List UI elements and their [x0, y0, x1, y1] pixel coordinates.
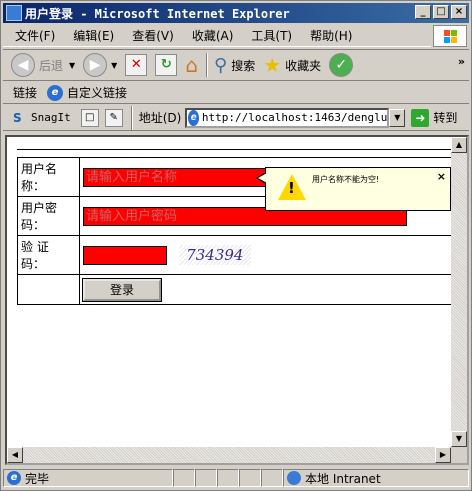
minimize-button[interactable]: _: [415, 5, 431, 19]
ie-link-icon: e: [47, 84, 64, 101]
status-text: 完毕: [25, 471, 50, 486]
search-icon: ⚲: [214, 54, 228, 76]
username-input[interactable]: 请输入用户名称: [83, 167, 271, 187]
page-icon: e: [188, 109, 199, 126]
back-arrow-icon: ◀: [11, 53, 35, 77]
go-button[interactable]: 转到: [433, 109, 457, 126]
scroll-left-button[interactable]: ◀: [7, 447, 23, 463]
back-label: 后退: [39, 58, 64, 73]
refresh-button[interactable]: ↻: [155, 54, 178, 76]
login-button[interactable]: 登录: [82, 277, 162, 302]
zone-cell: 本地 Intranet: [283, 469, 469, 487]
address-url: http://localhost:1463/denglu: [201, 111, 388, 124]
scroll-right-button[interactable]: ▶: [435, 447, 451, 463]
window-title: 用户登录 - Microsoft Internet Explorer: [25, 6, 290, 21]
vertical-scrollbar[interactable]: ▲ ▼: [451, 137, 467, 447]
zone-text: 本地 Intranet: [305, 471, 381, 486]
submit-cell: 登录: [79, 274, 453, 305]
status-panel: [217, 469, 239, 487]
menu-view[interactable]: 查看(V): [132, 27, 174, 44]
search-label: 搜索: [231, 58, 256, 73]
title-bar[interactable]: 用户登录 - Microsoft Internet Explorer _ □ ×: [3, 3, 469, 23]
address-separator: [130, 105, 133, 130]
horizontal-scrollbar[interactable]: ◀ ▶: [7, 447, 451, 463]
table-row: 验 证 码： 734394: [17, 235, 453, 275]
captcha-label: 验 证 码：: [17, 235, 80, 275]
menu-file[interactable]: 文件(F): [15, 27, 55, 44]
star-icon: ★: [263, 53, 282, 77]
captcha-cell: 734394: [79, 235, 453, 275]
forward-button[interactable]: ▶ ▼: [83, 53, 117, 77]
intranet-zone-icon: [287, 471, 301, 485]
snagit-window-icon[interactable]: □: [80, 108, 99, 127]
scroll-up-button[interactable]: ▲: [451, 137, 467, 153]
snagit-settings-icon[interactable]: ✎: [104, 108, 123, 127]
captcha-image[interactable]: 734394: [178, 245, 251, 265]
username-label: 用户名称：: [17, 157, 80, 197]
status-bar: e 完毕 本地 Intranet: [3, 468, 469, 488]
links-label[interactable]: 链接: [13, 84, 37, 101]
media-button[interactable]: ✓: [329, 53, 354, 77]
address-field[interactable]: e http://localhost:1463/denglu: [185, 107, 390, 128]
address-bar: S SnagIt □ ✎ 地址(D) e http://localhost:14…: [3, 105, 469, 131]
menu-bar: 文件(F) 编辑(E) 查看(V) 收藏(A) 工具(T) 帮助(H): [3, 25, 431, 47]
status-panel: [239, 469, 261, 487]
tooltip-message: 用户名称不能为空!: [312, 175, 380, 184]
status-panel: [261, 469, 283, 487]
stop-button[interactable]: ✕: [125, 54, 148, 76]
close-button[interactable]: ×: [451, 5, 467, 19]
status-panel: [195, 469, 217, 487]
media-icon: ✓: [329, 53, 354, 77]
favorites-button[interactable]: ★ 收藏夹: [263, 53, 321, 77]
address-dropdown-button[interactable]: ▼: [389, 108, 406, 127]
forward-arrow-icon: ▶: [83, 53, 108, 77]
validation-tooltip: ! 用户名称不能为空! ×: [256, 167, 451, 211]
captcha-input[interactable]: [83, 245, 167, 265]
page-content: 用户名称： 请输入用户名称 用户密码： 请输入用户密码 验 证 码： 73439…: [5, 135, 469, 465]
warning-exclamation-icon: !: [288, 179, 295, 197]
snagit-button[interactable]: SnagIt: [31, 111, 71, 124]
maximize-button[interactable]: □: [433, 5, 449, 19]
snagit-icon: S: [13, 110, 22, 125]
refresh-icon: ↻: [155, 54, 178, 76]
table-row: 登录: [17, 274, 453, 305]
scroll-down-button[interactable]: ▼: [451, 431, 467, 447]
status-panel: [173, 469, 195, 487]
forward-dropdown-icon: ▼: [111, 60, 118, 70]
address-label: 地址(D): [138, 111, 182, 125]
back-dropdown-icon: ▼: [69, 60, 76, 70]
menu-help[interactable]: 帮助(H): [310, 27, 352, 44]
favorites-label: 收藏夹: [285, 58, 322, 73]
toolbar-more-chevron[interactable]: »: [458, 55, 465, 68]
menu-edit[interactable]: 编辑(E): [73, 27, 114, 44]
standard-toolbar: ◀ 后退 ▼ ▶ ▼ ✕ ↻ ⌂ ⚲ 搜索 ★ 收藏夹 ✓: [3, 49, 469, 81]
menu-favorites[interactable]: 收藏(A): [192, 27, 234, 44]
tooltip-tail-fill: [258, 173, 267, 183]
go-arrow-icon[interactable]: ➜: [411, 108, 430, 127]
home-icon: ⌂: [185, 53, 199, 77]
custom-links-item[interactable]: 自定义链接: [67, 84, 127, 101]
browser-window: 用户登录 - Microsoft Internet Explorer _ □ ×…: [0, 0, 472, 491]
scrollbar-corner: [451, 447, 467, 463]
search-button[interactable]: ⚲ 搜索: [214, 55, 255, 76]
toolbar-separator: [206, 53, 209, 77]
page-status-icon: e: [7, 471, 21, 485]
ie-icon: [6, 5, 22, 21]
empty-cell: [17, 274, 80, 305]
password-label: 用户密码：: [17, 196, 80, 236]
back-button[interactable]: ◀ 后退 ▼: [11, 53, 75, 77]
links-bar: 链接 e 自定义链接: [3, 82, 469, 104]
tooltip-close-icon[interactable]: ×: [437, 170, 446, 183]
menu-tools[interactable]: 工具(T): [251, 27, 292, 44]
windows-logo-icon: [433, 25, 467, 47]
home-button[interactable]: ⌂: [185, 53, 198, 77]
form-top-rule: [17, 149, 453, 150]
status-text-cell: e 完毕: [3, 469, 173, 487]
stop-icon: ✕: [125, 54, 148, 76]
